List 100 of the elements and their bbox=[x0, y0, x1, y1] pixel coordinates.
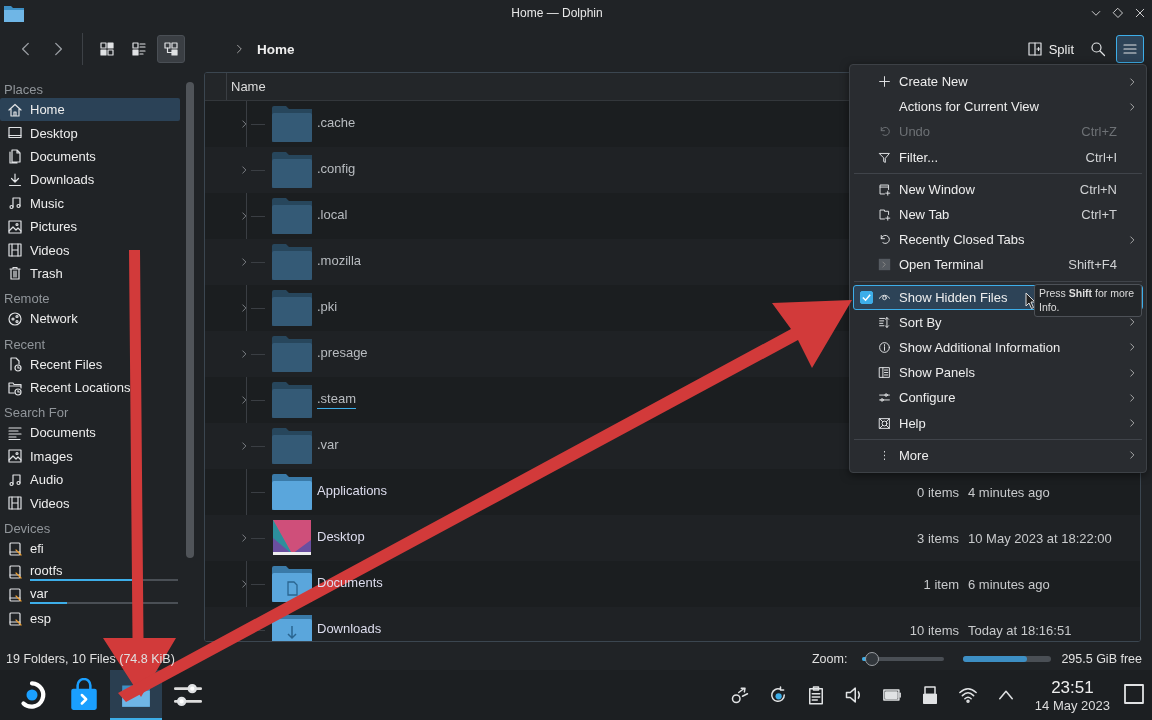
menu-label: Configure bbox=[899, 390, 956, 406]
menu-item[interactable]: Create New bbox=[853, 69, 1143, 95]
sidebar-label: var bbox=[30, 586, 50, 602]
menu-item[interactable]: Open Terminal Shift+F4 bbox=[853, 252, 1143, 278]
file-name[interactable]: Downloads bbox=[317, 621, 382, 639]
shortcut: Ctrl+T bbox=[1081, 207, 1117, 223]
sidebar-item[interactable]: Desktop bbox=[0, 121, 180, 145]
folder-icon bbox=[272, 152, 312, 188]
menu-item[interactable]: Help bbox=[853, 410, 1143, 436]
clock-time[interactable]: 23:51 bbox=[1051, 677, 1094, 698]
file-name[interactable]: .mozilla bbox=[317, 253, 362, 271]
share-icon[interactable] bbox=[729, 685, 750, 705]
clock-date[interactable]: 14 May 2023 bbox=[1034, 697, 1110, 713]
menu-item[interactable]: New Tab Ctrl+T bbox=[853, 201, 1143, 228]
file-name[interactable]: .cache bbox=[317, 115, 356, 133]
folder-icon bbox=[272, 474, 312, 510]
wifi-icon[interactable] bbox=[957, 685, 978, 705]
menu-item[interactable]: Filter... Ctrl+I bbox=[853, 144, 1143, 170]
sidebar-item[interactable]: Audio bbox=[0, 468, 180, 492]
file-name[interactable]: .var bbox=[317, 437, 339, 455]
sidebar-item[interactable]: Downloads bbox=[0, 168, 180, 192]
menu-item[interactable]: New Window Ctrl+N bbox=[853, 176, 1143, 202]
drive-icon bbox=[7, 610, 23, 627]
undo-icon bbox=[878, 233, 891, 247]
file-name[interactable]: .steam bbox=[317, 391, 356, 409]
folder-icon bbox=[272, 382, 312, 418]
column-header[interactable]: Name bbox=[226, 73, 266, 100]
menu-label: New Window bbox=[899, 181, 975, 197]
tree-view-icon bbox=[163, 41, 179, 57]
network-icon bbox=[7, 310, 23, 327]
menu-item[interactable]: Recently Closed Tabs bbox=[853, 227, 1143, 253]
sort-icon bbox=[878, 315, 891, 329]
file-name[interactable]: .config bbox=[317, 161, 356, 179]
sidebar-item[interactable]: Videos bbox=[0, 238, 180, 262]
diamond-icon[interactable] bbox=[1112, 7, 1124, 19]
menu-label: More bbox=[899, 447, 929, 463]
item-count: 1 item bbox=[922, 576, 959, 592]
menu-item[interactable]: Actions for Current View bbox=[853, 94, 1143, 120]
menu-item[interactable]: Configure bbox=[853, 385, 1143, 411]
sidebar-item[interactable]: esp bbox=[0, 607, 180, 631]
sidebar-item[interactable]: Music bbox=[0, 191, 180, 215]
section-title: Places bbox=[3, 81, 45, 98]
recent-document-icon bbox=[7, 356, 23, 373]
scrollbar[interactable] bbox=[186, 82, 194, 558]
menu-icon bbox=[1122, 41, 1138, 57]
document-icon bbox=[7, 148, 23, 165]
sidebar-item[interactable]: efi bbox=[0, 536, 180, 561]
modified-date: 4 minutes ago bbox=[967, 484, 1051, 500]
free-space: 295.5 GiB free bbox=[1061, 652, 1142, 666]
shortcut: Ctrl+Z bbox=[1081, 124, 1117, 140]
filter-icon bbox=[878, 150, 891, 164]
sidebar-item[interactable]: Documents bbox=[0, 144, 180, 169]
sidebar-item[interactable]: Recent Locations bbox=[0, 375, 180, 400]
item-count: 0 items bbox=[916, 484, 959, 500]
file-name[interactable]: .local bbox=[317, 207, 348, 225]
file-name[interactable]: .pki bbox=[317, 299, 338, 317]
grid-view-icon bbox=[99, 41, 115, 57]
sidebar-item[interactable]: Images bbox=[0, 444, 180, 469]
square-icon[interactable] bbox=[1122, 681, 1146, 706]
menu-item[interactable]: More bbox=[853, 442, 1143, 468]
home-icon bbox=[7, 101, 23, 118]
menu-item[interactable]: Show Panels bbox=[853, 360, 1143, 386]
modified-date: Today at 18:16:51 bbox=[967, 622, 1073, 638]
file-name[interactable]: .presage bbox=[317, 345, 368, 363]
section-title: Search For bbox=[3, 404, 70, 422]
menu-label: Show Additional Information bbox=[899, 339, 1061, 355]
file-name[interactable]: Applications bbox=[317, 483, 388, 501]
breadcrumb[interactable]: Home bbox=[257, 41, 295, 57]
undo-icon bbox=[878, 125, 891, 139]
sidebar-item[interactable]: Home bbox=[0, 98, 180, 122]
recent-folder-icon bbox=[7, 379, 23, 396]
sidebar-item[interactable]: Recent Files bbox=[0, 352, 180, 376]
sidebar-item[interactable]: Trash bbox=[0, 261, 180, 286]
split-button[interactable]: Split bbox=[1020, 37, 1080, 61]
search-icon bbox=[1090, 41, 1106, 57]
drive-icon bbox=[7, 563, 23, 580]
sidebar-item[interactable]: Network bbox=[0, 307, 180, 331]
tooltip: Press Shift for more Info. bbox=[1034, 284, 1142, 318]
drive-icon bbox=[7, 587, 23, 604]
folder-icon bbox=[272, 198, 312, 234]
sidebar-item[interactable]: Videos bbox=[0, 491, 180, 515]
folder-icon bbox=[272, 244, 312, 280]
menu-label: Sort By bbox=[899, 314, 942, 330]
menu-item[interactable]: Show Additional Information bbox=[853, 334, 1143, 361]
info-icon bbox=[878, 340, 891, 354]
folder-icon bbox=[272, 336, 312, 372]
view-mode-button[interactable] bbox=[157, 35, 185, 63]
window-title: Home — Dolphin bbox=[510, 6, 604, 20]
menu-label: Filter... bbox=[899, 149, 938, 165]
menu-button[interactable] bbox=[1116, 35, 1144, 63]
file-name[interactable]: Desktop bbox=[317, 529, 365, 547]
plus-icon bbox=[878, 75, 891, 89]
menu-label: Recently Closed Tabs bbox=[899, 232, 1025, 248]
checkbox[interactable] bbox=[859, 290, 873, 304]
close-icon[interactable] bbox=[1134, 7, 1146, 19]
music-note-icon bbox=[7, 195, 23, 212]
sidebar-item[interactable]: Pictures bbox=[0, 214, 180, 239]
sidebar-item[interactable]: Documents bbox=[0, 421, 180, 445]
film-icon bbox=[7, 495, 23, 512]
picture-icon bbox=[7, 218, 23, 235]
